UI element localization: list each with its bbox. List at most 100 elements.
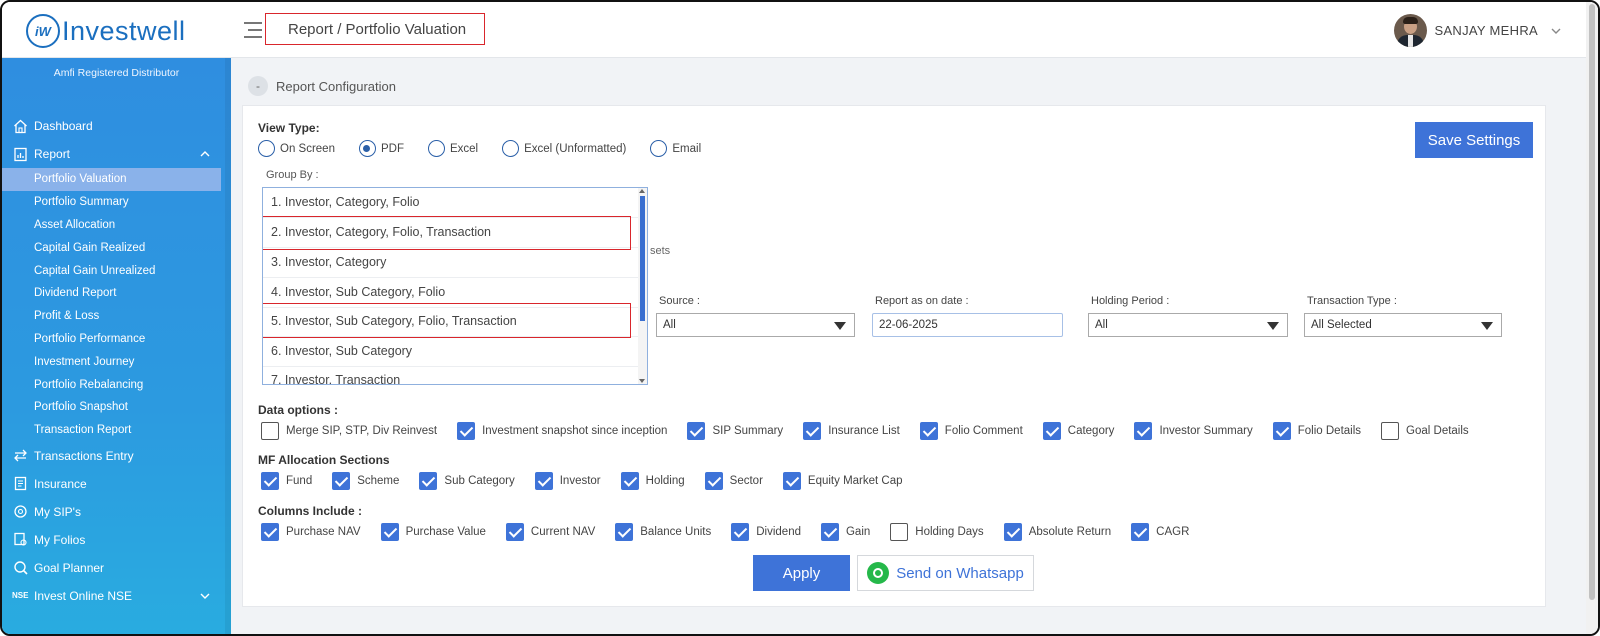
checkbox[interactable] [731,523,750,541]
radio-excel[interactable]: Excel [427,140,478,157]
radio-pdf[interactable]: PDF [358,140,404,157]
source-select[interactable]: All [656,313,855,337]
checkbox-investment-snapshot[interactable]: Investment snapshot since inception [457,422,667,440]
sidebar-subitem-capital-gain-realized[interactable]: Capital Gain Realized [2,236,223,259]
checkbox-purchase-value[interactable]: Purchase Value [380,523,486,541]
checkbox-absolute-return[interactable]: Absolute Return [1003,523,1111,541]
sidebar-item-dashboard[interactable]: Dashboard [2,112,223,140]
scroll-thumb[interactable] [1589,4,1595,600]
transaction-type-select[interactable]: All Selected [1304,313,1502,337]
sidebar-subitem-dividend-report[interactable]: Dividend Report [2,282,223,305]
checkbox[interactable] [890,523,909,541]
checkbox-gain[interactable]: Gain [820,523,870,541]
logo[interactable]: iW Investwell [26,14,186,48]
checkbox[interactable] [1131,523,1150,541]
checkbox[interactable] [261,523,279,541]
sidebar-subitem-portfolio-valuation[interactable]: Portfolio Valuation [2,168,221,191]
sidebar-subitem-transaction-report[interactable]: Transaction Report [2,419,223,442]
radio-excel-unformatted[interactable]: Excel (Unformatted) [502,140,626,157]
group-by-option[interactable]: 6. Investor, Sub Category [263,337,638,367]
apply-button[interactable]: Apply [753,555,850,591]
checkbox[interactable] [380,523,399,541]
checkbox-current-nav[interactable]: Current NAV [505,523,595,541]
sidebar-subitem-asset-allocation[interactable]: Asset Allocation [2,214,223,237]
send-whatsapp-button[interactable]: Send on Whatsapp [857,555,1034,591]
collapse-icon[interactable]: - [248,76,268,96]
radio-circle[interactable] [502,140,520,157]
checkbox[interactable] [1134,422,1153,440]
checkbox[interactable] [615,523,634,541]
checkbox[interactable] [919,422,938,440]
checkbox[interactable] [704,472,723,490]
checkbox[interactable] [1042,422,1061,440]
checkbox[interactable] [505,523,524,541]
checkbox[interactable] [782,472,801,490]
checkbox-balance-units[interactable]: Balance Units [615,523,711,541]
checkbox-scheme[interactable]: Scheme [332,472,399,490]
sidebar-subitem-portfolio-rebalancing[interactable]: Portfolio Rebalancing [2,373,223,396]
checkbox-sip-summary[interactable]: SIP Summary [687,422,783,440]
sidebar-item-my-sips[interactable]: My SIP's [2,498,223,526]
sidebar-subitem-profit-loss[interactable]: Profit & Loss [2,305,223,328]
checkbox-investor[interactable]: Investor [534,472,601,490]
checkbox-sub-category[interactable]: Sub Category [419,472,515,490]
checkbox[interactable] [457,422,476,440]
checkbox[interactable] [687,422,706,440]
group-by-option[interactable]: 7. Investor, Transaction [263,366,638,384]
checkbox[interactable] [620,472,639,490]
checkbox-insurance-list[interactable]: Insurance List [803,422,900,440]
checkbox-category[interactable]: Category [1042,422,1114,440]
checkbox-goal-details[interactable]: Goal Details [1381,422,1469,440]
radio-circle[interactable] [427,140,445,157]
sidebar-item-report[interactable]: Report [2,140,223,168]
sidebar-item-insurance[interactable]: Insurance [2,470,223,498]
checkbox-fund[interactable]: Fund [261,472,312,490]
sidebar-subitem-portfolio-summary[interactable]: Portfolio Summary [2,191,223,214]
dropdown-scrollbar[interactable] [638,188,647,384]
sidebar-item-transactions-entry[interactable]: Transactions Entry [2,442,223,470]
checkbox-cagr[interactable]: CAGR [1131,523,1189,541]
checkbox[interactable] [534,472,553,490]
checkbox-investor-summary[interactable]: Investor Summary [1134,422,1253,440]
checkbox-folio-details[interactable]: Folio Details [1272,422,1361,440]
scroll-thumb[interactable] [640,196,645,321]
sidebar-subitem-portfolio-snapshot[interactable]: Portfolio Snapshot [2,396,223,419]
sidebar-subitem-investment-journey[interactable]: Investment Journey [2,350,223,373]
checkbox[interactable] [803,422,822,440]
group-by-option[interactable]: 1. Investor, Category, Folio [263,188,638,218]
checkbox-equity-market-cap[interactable]: Equity Market Cap [782,472,903,490]
sidebar-subitem-portfolio-performance[interactable]: Portfolio Performance [2,328,223,351]
checkbox[interactable] [1003,523,1022,541]
group-by-option[interactable]: 3. Investor, Category [263,248,638,278]
checkbox[interactable] [1272,422,1291,440]
checkbox[interactable] [1381,422,1400,440]
radio-email[interactable]: Email [650,140,701,157]
sidebar-scrollbar[interactable] [225,58,231,634]
user-menu[interactable]: SANJAY MEHRA [1394,14,1562,47]
checkbox[interactable] [419,472,438,490]
save-settings-button[interactable]: Save Settings [1415,122,1533,158]
radio-circle[interactable] [358,140,376,157]
group-by-dropdown[interactable]: 1. Investor, Category, Folio 2. Investor… [262,187,648,385]
checkbox-holding[interactable]: Holding [620,472,685,490]
scroll-down-icon[interactable] [639,379,645,383]
checkbox[interactable] [820,523,839,541]
sidebar-item-my-folios[interactable]: My Folios [2,526,223,554]
checkbox-purchase-nav[interactable]: Purchase NAV [261,523,361,541]
checkbox[interactable] [261,472,279,490]
checkbox[interactable] [332,472,351,490]
scroll-up-icon[interactable] [639,189,645,193]
radio-on-screen[interactable]: On Screen [258,140,335,157]
page-scrollbar[interactable] [1586,2,1598,634]
report-config-header[interactable]: - Report Configuration [248,76,396,96]
radio-circle[interactable] [650,140,668,157]
radio-circle[interactable] [258,140,275,157]
sidebar-item-invest-online-nse[interactable]: NSE Invest Online NSE [2,582,223,610]
holding-period-select[interactable]: All [1088,313,1288,337]
sidebar-item-goal-planner[interactable]: Goal Planner [2,554,223,582]
checkbox-merge-sip[interactable]: Merge SIP, STP, Div Reinvest [261,422,437,440]
checkbox-holding-days[interactable]: Holding Days [890,523,984,541]
checkbox[interactable] [261,422,279,440]
checkbox-folio-comment[interactable]: Folio Comment [919,422,1023,440]
checkbox-sector[interactable]: Sector [704,472,763,490]
